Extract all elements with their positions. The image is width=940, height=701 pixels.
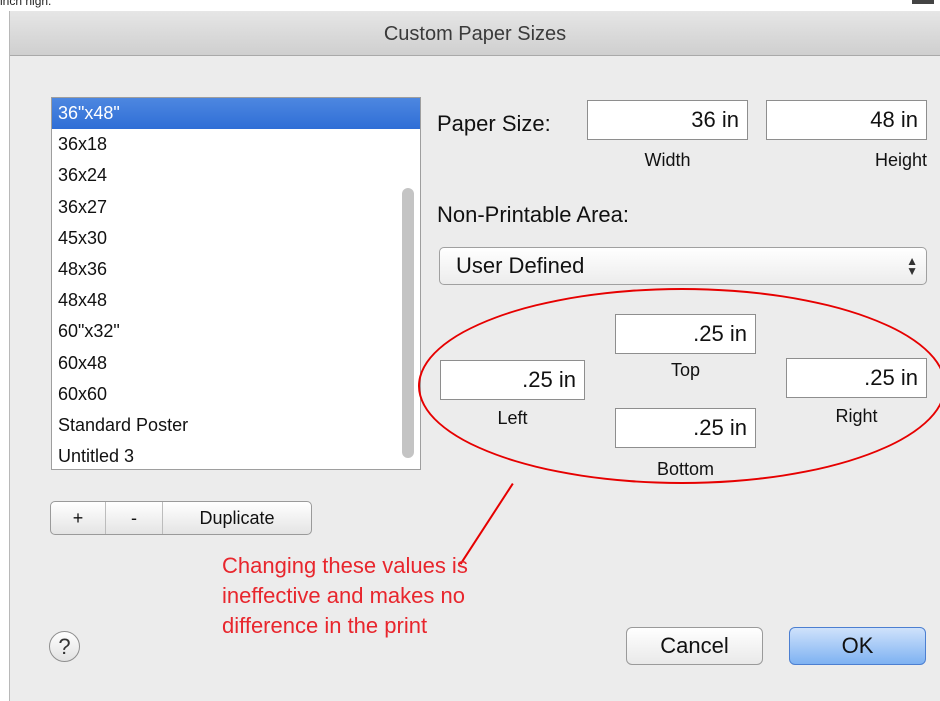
remove-paper-size-button[interactable]: - <box>106 502 163 534</box>
list-item[interactable]: 60"x32" <box>52 316 420 347</box>
help-button[interactable]: ? <box>49 631 80 662</box>
list-item[interactable]: Standard Poster <box>52 410 420 441</box>
up-down-arrows-icon: ▲ ▼ <box>906 254 918 278</box>
custom-paper-sizes-dialog: Custom Paper Sizes 36"x48" 36x18 36x24 3… <box>9 11 940 701</box>
list-item[interactable]: 48x48 <box>52 285 420 316</box>
paper-size-label: Paper Size: <box>437 111 551 136</box>
popup-selected-value: User Defined <box>456 253 585 278</box>
cropped-edge-mark <box>912 0 934 4</box>
dialog-title: Custom Paper Sizes <box>10 11 940 56</box>
paper-width-field[interactable]: 36 in <box>587 100 748 140</box>
non-printable-area-label: Non-Printable Area: <box>437 202 629 227</box>
cancel-button[interactable]: Cancel <box>626 627 763 665</box>
list-scrollbar[interactable] <box>402 188 414 458</box>
list-item[interactable]: 60x48 <box>52 348 420 379</box>
annotation-circle <box>418 288 940 484</box>
list-item[interactable]: 36x18 <box>52 129 420 160</box>
list-item[interactable]: 48x36 <box>52 254 420 285</box>
annotation-note: Changing these values is ineffective and… <box>222 553 468 638</box>
paper-height-field[interactable]: 48 in <box>766 100 927 140</box>
list-item[interactable]: 45x30 <box>52 223 420 254</box>
add-paper-size-button[interactable]: + <box>51 502 106 534</box>
list-item[interactable]: Untitled 3 <box>52 441 420 469</box>
duplicate-button[interactable]: Duplicate <box>163 502 311 534</box>
list-item[interactable]: 36x24 <box>52 160 420 191</box>
list-actions-segmented-control: + - Duplicate <box>50 501 312 535</box>
list-item[interactable]: 60x60 <box>52 379 420 410</box>
height-label: Height <box>874 150 927 170</box>
list-item[interactable]: 36x27 <box>52 192 420 223</box>
cropped-caption: inch high. <box>0 0 52 8</box>
non-printable-area-popup[interactable]: User Defined ▲ ▼ <box>439 247 927 285</box>
paper-size-list[interactable]: 36"x48" 36x18 36x24 36x27 45x30 48x36 48… <box>51 97 421 470</box>
ok-button[interactable]: OK <box>789 627 926 665</box>
width-label: Width <box>644 150 691 170</box>
list-item[interactable]: 36"x48" <box>52 98 420 130</box>
